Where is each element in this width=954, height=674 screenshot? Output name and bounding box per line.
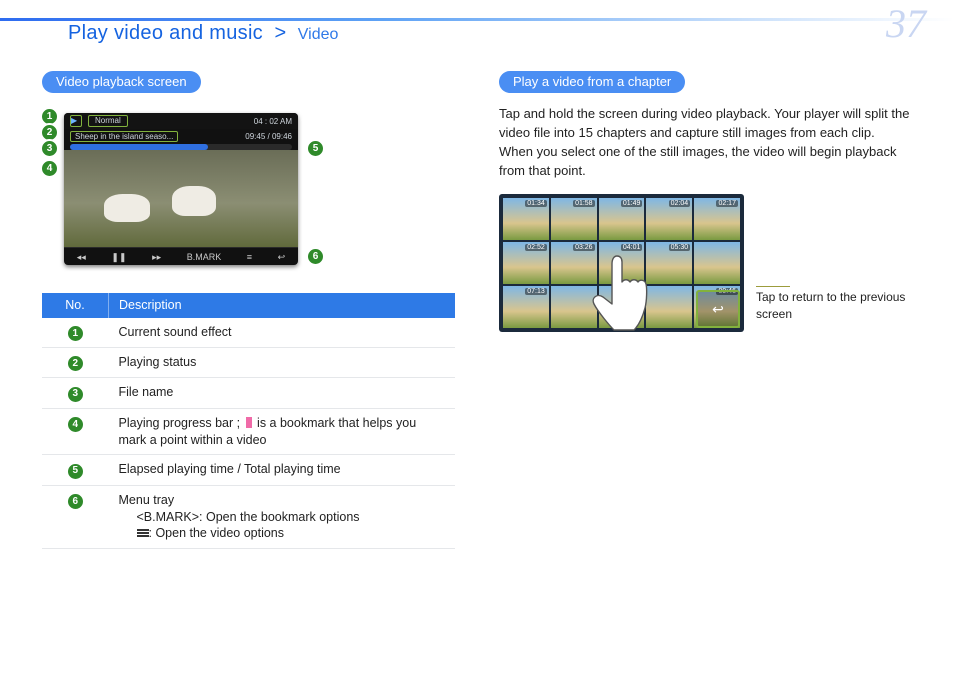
table-row: 3 File name [42,378,455,408]
table-cell: File name [109,378,456,408]
callout-marker-3: 3 [42,141,57,156]
file-name-label: Sheep in the island seaso... [70,131,178,142]
breadcrumb-sub: Video [298,26,339,43]
section-pill-playback: Video playback screen [42,71,201,93]
table-cell: Playing progress bar ; is a bookmark tha… [109,408,456,455]
clock-label: 04 : 02 AM [254,117,292,126]
table-cell: Current sound effect [109,318,456,348]
chapter-thumb: 02:04 [646,198,692,240]
next-icon: ▸▸ [152,252,161,263]
player-topbar: ▶ Normal 04 : 02 AM [64,113,298,129]
table-row: 2 Playing status [42,348,455,378]
breadcrumb-main: Play video and music [68,22,263,44]
chevron-right-icon: > [269,22,293,44]
table-row: 4 Playing progress bar ; is a bookmark t… [42,408,455,455]
chapter-thumb: 00:19 [599,286,645,328]
play-icon: ▶ [70,115,82,127]
table-head-desc: Description [109,293,456,318]
menu-icon: ≡ [247,252,252,262]
chapter-grid-screenshot: 01:34 01:58 01:49 02:04 02:17 02:52 03:2… [499,194,744,332]
chapter-thumb: 01:58 [551,198,597,240]
table-head-no: No. [42,293,109,318]
time-label: 09:45 / 09:46 [245,132,292,141]
back-icon: ↩ [278,252,286,263]
callout-table: No. Description 1 Current sound effect 2… [42,293,455,549]
video-frame-image [64,150,298,247]
callout-marker-1: 1 [42,109,57,124]
chapter-thumb: 02:52 [503,242,549,284]
callout-marker-4: 4 [42,161,57,176]
playback-screenshot: 1 2 3 4 5 6 ▶ Normal 04 : 02 AM Sheep i [42,109,322,279]
return-button-highlight: ↩ [696,290,740,328]
table-cell: Elapsed playing time / Total playing tim… [109,455,456,485]
section-pill-chapter: Play a video from a chapter [499,71,685,93]
callout-marker-5: 5 [308,141,323,156]
table-cell: Playing status [109,348,456,378]
chapter-thumb: 01:49 [599,198,645,240]
chapter-thumb [694,242,740,284]
callout-marker-2: 2 [42,125,57,140]
chapter-thumb: 05:30 [646,242,692,284]
chapter-thumb: 03:26 [551,242,597,284]
table-row: 5 Elapsed playing time / Total playing t… [42,455,455,485]
callout-marker-6: 6 [308,249,323,264]
chapter-thumb: 04:01 [599,242,645,284]
chapter-thumb: 01:34 [503,198,549,240]
table-row: 6 Menu tray <B.MARK>: Open the bookmark … [42,485,455,549]
header-band [0,18,954,21]
menu-tray: ◂◂ ❚❚ ▸▸ B.MARK ≡ ↩ [64,247,298,265]
bmark-label: B.MARK [187,252,222,262]
pause-icon: ❚❚ [111,252,126,263]
chapter-thumb [646,286,692,328]
bookmark-glyph-icon [246,417,252,428]
chapter-thumb: 02:17 [694,198,740,240]
previous-icon: ◂◂ [77,252,86,263]
table-cell: Menu tray <B.MARK>: Open the bookmark op… [109,485,456,549]
hamburger-icon [137,528,149,538]
sound-mode-label: Normal [88,115,128,127]
chapter-thumb [551,286,597,328]
chapter-paragraph: Tap and hold the screen during video pla… [499,105,912,180]
chapter-thumb: 07:13 [503,286,549,328]
breadcrumb: Play video and music > Video [68,22,912,45]
return-callout: Tap to return to the previous screen [756,194,912,321]
table-row: 1 Current sound effect [42,318,455,348]
